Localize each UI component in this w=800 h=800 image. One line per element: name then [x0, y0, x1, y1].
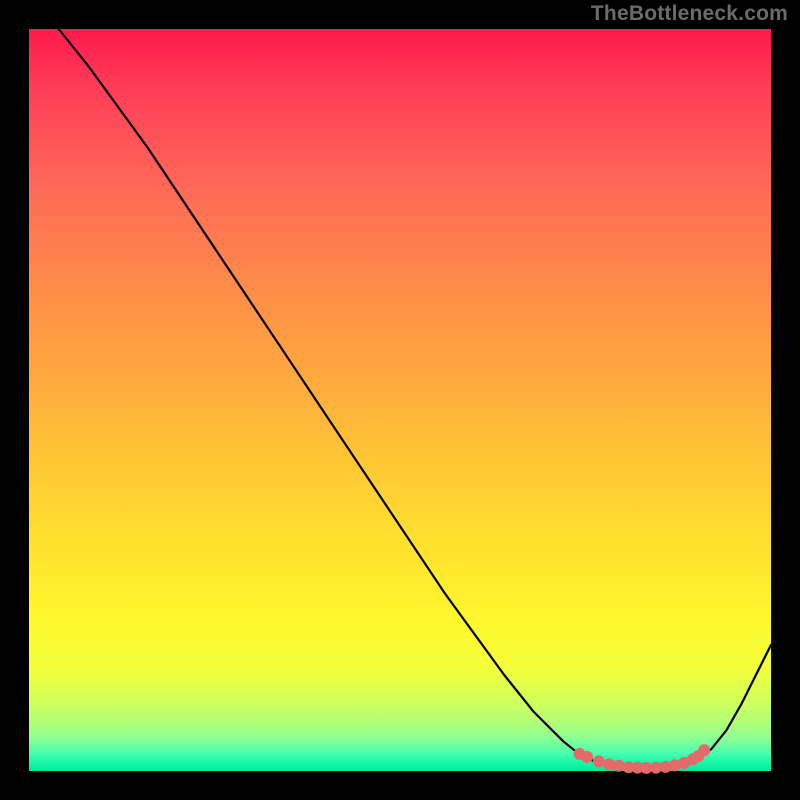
chart-svg [29, 29, 771, 771]
highlight-dot [581, 751, 593, 763]
highlight-dot [698, 744, 710, 756]
chart-frame: TheBottleneck.com [0, 0, 800, 800]
highlight-dot [593, 755, 605, 767]
bottleneck-curve-path [59, 29, 771, 768]
plot-area [29, 29, 771, 771]
watermark-text: TheBottleneck.com [591, 2, 788, 26]
highlight-dots-group [574, 744, 711, 774]
curve-layer [59, 29, 771, 768]
